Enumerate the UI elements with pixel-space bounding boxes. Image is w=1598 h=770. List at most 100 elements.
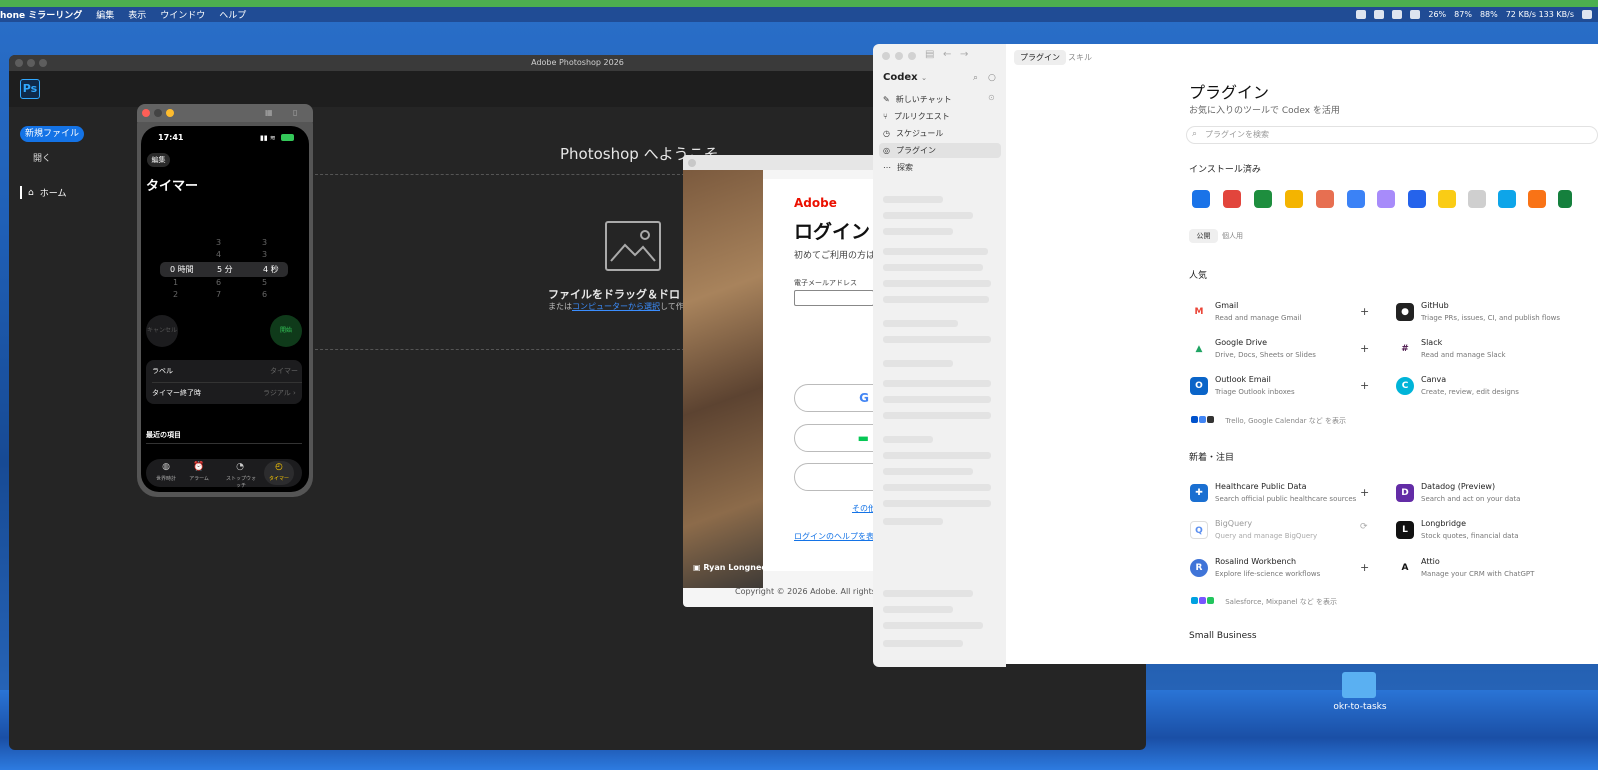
add-app-icon[interactable] [1408,190,1426,208]
cancel-button[interactable]: キャンセル [146,315,178,347]
sidebar-item-explore[interactable]: ⋯ 探索 [879,160,1001,175]
plugin-name[interactable]: Healthcare Public Data [1215,482,1306,491]
plugin-name[interactable]: Slack [1421,338,1442,347]
back-icon[interactable]: ← [943,49,951,60]
app-switcher-icon[interactable]: ▯ [293,108,297,117]
minimize-icon[interactable] [27,59,35,67]
menu-view[interactable]: 表示 [128,8,146,21]
stopwatch-icon[interactable]: ◔ [225,462,255,472]
add-plugin-button[interactable]: + [1360,379,1369,392]
pdf-icon[interactable] [1223,190,1241,208]
when-ends-row[interactable]: タイマー終了時 [152,388,201,398]
home-nav[interactable]: ⌂ ホーム [20,186,66,199]
plugin-name[interactable]: Google Drive [1215,338,1267,347]
forward-icon[interactable]: → [960,49,968,60]
status-icon[interactable] [1392,10,1403,19]
zoom-icon[interactable] [39,59,47,67]
email-field[interactable] [794,290,874,306]
sidebar-item-pull-requests[interactable]: ⑂ プルリクエスト [879,109,1001,124]
timer-icon[interactable]: ◴ [264,462,294,472]
filter-public[interactable]: 公開 [1189,229,1218,243]
plugin-search-input[interactable]: プラグインを検索 [1186,126,1598,144]
login-help-link[interactable]: ログインのヘルプを表示 [794,531,882,542]
show-more-popular[interactable]: Trello, Google Calendar など を表示 [1191,416,1346,426]
menu-edit[interactable]: 編集 [96,8,114,21]
app-icon[interactable] [1528,190,1546,208]
app-icon[interactable] [1468,190,1486,208]
add-plugin-button[interactable]: + [1360,305,1369,318]
google-login-button[interactable]: G [794,384,874,412]
plugin-name[interactable]: GitHub [1421,301,1449,310]
status-icon[interactable] [1374,10,1385,19]
sidebar-toggle-icon[interactable]: ▤ [925,49,934,60]
slides-icon[interactable] [1285,190,1303,208]
tab-plugins[interactable]: プラグイン [1014,50,1066,65]
label-row[interactable]: ラベル [152,366,173,376]
zoom-icon[interactable] [166,109,174,117]
sheets-icon[interactable] [1254,190,1272,208]
tab-world-clock[interactable]: 世界時計 [151,475,181,482]
status-icon[interactable] [1410,10,1421,19]
app-icon[interactable] [1558,190,1572,208]
close-icon[interactable] [142,109,150,117]
plugin-name[interactable]: Canva [1421,375,1446,384]
choose-from-computer-link[interactable]: コンピューターから選択 [572,302,660,311]
close-icon[interactable] [688,159,696,167]
alarm-icon[interactable]: ⏰ [184,462,214,472]
zoom-icon[interactable] [908,52,916,60]
add-plugin-button[interactable]: + [1360,486,1369,499]
folder-label[interactable]: okr-to-tasks [1312,702,1408,712]
menu-app[interactable]: hone ミラーリング [0,8,82,21]
line-login-button[interactable]: ▬ [794,424,874,452]
install-progress-icon[interactable]: ⟳ [1360,522,1368,532]
new-file-button[interactable]: 新規ファイル [20,126,84,142]
apple-login-button[interactable] [794,463,874,491]
add-plugin-button[interactable]: + [1360,342,1369,355]
tab-stopwatch[interactable]: ストップウォッチ [225,475,257,489]
plugin-name[interactable]: Attio [1421,557,1440,566]
telescope-icon[interactable] [1498,190,1516,208]
refresh-icon[interactable]: ○ [988,73,996,83]
folder-icon[interactable] [1342,672,1376,698]
home-screen-icon[interactable]: ▦ [265,108,273,117]
minimize-icon[interactable] [154,109,162,117]
close-icon[interactable] [15,59,23,67]
show-more-new[interactable]: Salesforce, Mixpanel など を表示 [1191,597,1337,607]
tab-skills[interactable]: スキル [1062,50,1098,65]
clock-icon[interactable]: ⊙ [988,93,995,102]
filter-personal[interactable]: 個人用 [1222,229,1243,243]
picker-seconds[interactable]: 4 秒 [263,264,279,275]
codex-brand-menu[interactable]: Codex ⌄ [883,72,927,83]
grid-app-icon[interactable] [1347,190,1365,208]
docs-icon[interactable] [1192,190,1210,208]
start-button[interactable]: 開始 [270,315,302,347]
sidebar-item-plugins[interactable]: ◎ プラグイン [879,143,1001,158]
menu-help[interactable]: ヘルプ [219,8,246,21]
plugin-name[interactable]: Rosalind Workbench [1215,557,1296,566]
app-icon[interactable] [1377,190,1395,208]
photo-credit-text[interactable]: Ryan Longnecker [703,563,780,572]
plugin-name[interactable]: Longbridge [1421,519,1466,528]
edit-button[interactable]: 編集 [147,153,170,167]
plugin-name[interactable]: Gmail [1215,301,1238,310]
sidebar-item-schedule[interactable]: ◷ スケジュール [879,126,1001,141]
picker-minutes[interactable]: 5 分 [217,264,233,275]
tab-alarm[interactable]: アラーム [184,475,214,482]
search-icon[interactable]: ⌕ [973,73,978,83]
control-center-icon[interactable] [1582,10,1592,19]
close-icon[interactable] [882,52,890,60]
plugin-name[interactable]: Outlook Email [1215,375,1271,384]
add-plugin-button[interactable]: + [1360,561,1369,574]
open-button[interactable]: 開く [33,151,51,164]
plugin-name[interactable]: Datadog (Preview) [1421,482,1495,491]
app-icon[interactable] [1316,190,1334,208]
world-clock-icon[interactable]: ◍ [151,462,181,472]
menu-window[interactable]: ウインドウ [160,8,205,21]
tab-timer[interactable]: タイマー [264,475,294,482]
lightbulb-icon[interactable] [1438,190,1456,208]
sidebar-item-new-chat[interactable]: ✎ 新しいチャット [879,92,1001,107]
status-icon[interactable] [1356,10,1367,19]
plugin-name[interactable]: BigQuery [1215,519,1252,528]
picker-hours[interactable]: 0 時間 [170,264,194,275]
minimize-icon[interactable] [895,52,903,60]
